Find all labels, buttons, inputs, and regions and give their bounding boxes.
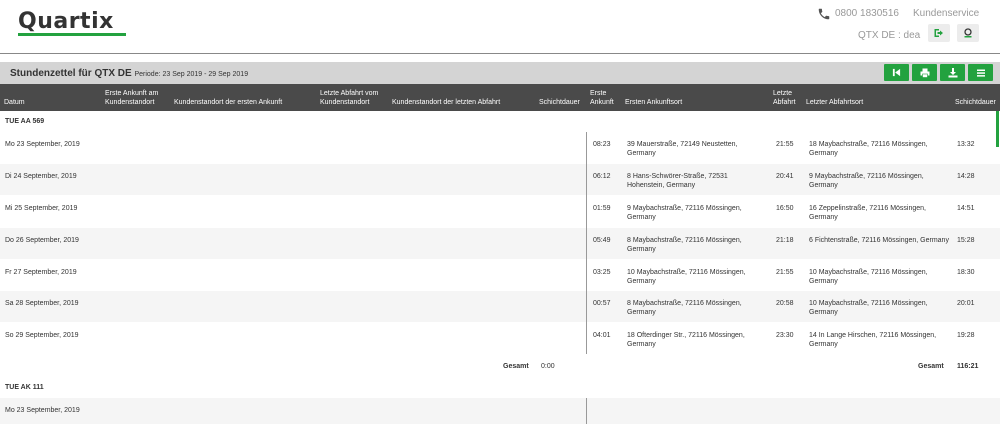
cell-first-arrival: 08:23 [593, 141, 611, 148]
total-value-left: 0:00 [541, 363, 555, 370]
cell-first-place: 10 Maybachstraße, 72116 Mössingen, Germa… [627, 269, 746, 285]
cell-date: Do 26 September, 2019 [5, 237, 79, 244]
cell-last-departure: 23:30 [776, 332, 794, 339]
total-label-right: Gesamt [918, 363, 944, 370]
col-kunde-letzte-abfahrt[interactable]: Kundenstandort der letzten Abfahrt [392, 98, 500, 107]
cell-date: Mo 23 September, 2019 [5, 407, 80, 414]
cell-duration: 14:28 [957, 173, 975, 180]
vehicle-group-label: TUE AK 111 [5, 384, 44, 391]
download-icon [948, 67, 957, 77]
report-title: Stundenzettel für QTX DE [10, 68, 132, 79]
cell-last-place: 6 Fichtenstraße, 72116 Mössingen, German… [809, 237, 949, 244]
table-header: Datum Erste Ankunft am Kundenstandort Ku… [0, 84, 1000, 111]
table-row[interactable]: Di 24 September, 2019 06:12 8 Hans-Schwö… [0, 164, 1000, 195]
support-icon [964, 28, 972, 38]
col-ersten-ankunftsort[interactable]: Ersten Ankunftsort [625, 98, 682, 107]
cell-last-place: 16 Zeppelinstraße, 72116 Mössingen, Germ… [809, 205, 926, 221]
top-header: Quartix 0800 1830516 Kundenservice QTX D… [0, 0, 1000, 54]
vehicle-group-label: TUE AA 569 [5, 118, 45, 125]
table-row[interactable]: So 29 September, 2019 04:01 18 Ofterding… [0, 323, 1000, 354]
logout-icon [934, 29, 943, 37]
cell-date: Mi 25 September, 2019 [5, 205, 78, 212]
cell-first-arrival: 03:25 [593, 269, 611, 276]
phone-icon [818, 8, 830, 20]
scrollbar-thumb[interactable] [996, 111, 999, 147]
cell-last-departure: 20:58 [776, 300, 794, 307]
support-button[interactable] [957, 24, 979, 42]
cell-duration: 14:51 [957, 205, 975, 212]
table-row[interactable]: Mo 23 September, 2019 08:23 39 Mauerstra… [0, 132, 1000, 163]
table-row[interactable]: Sa 28 September, 2019 00:57 8 Maybachstr… [0, 291, 1000, 322]
cell-first-place: 9 Maybachstraße, 72116 Mössingen, German… [627, 205, 742, 221]
cell-first-arrival: 01:59 [593, 205, 611, 212]
cell-first-arrival: 04:01 [593, 332, 611, 339]
cell-date: Fr 27 September, 2019 [5, 269, 77, 276]
print-button[interactable] [912, 64, 937, 81]
table-row[interactable]: Mo 23 September, 2019 [0, 398, 1000, 424]
cell-last-place: 10 Maybachstraße, 72116 Mössingen, Germa… [809, 300, 928, 316]
cell-last-departure: 20:41 [776, 173, 794, 180]
cell-last-place: 10 Maybachstraße, 72116 Mössingen, Germa… [809, 269, 928, 285]
cell-date: So 29 September, 2019 [5, 332, 79, 339]
download-button[interactable] [940, 64, 965, 81]
col-erste-ankunft[interactable]: Erste Ankunft [590, 89, 620, 107]
menu-icon [976, 69, 985, 77]
cell-last-departure: 21:55 [776, 141, 794, 148]
table-row[interactable]: Do 26 September, 2019 05:49 8 Maybachstr… [0, 228, 1000, 259]
cell-first-place: 39 Mauerstraße, 72149 Neustetten, German… [627, 141, 738, 157]
cell-first-place: 8 Maybachstraße, 72116 Mössingen, German… [627, 300, 742, 316]
cell-duration: 20:01 [957, 300, 975, 307]
cell-last-departure: 21:55 [776, 269, 794, 276]
cell-duration: 13:32 [957, 141, 975, 148]
cell-first-place: 8 Maybachstraße, 72116 Mössingen, German… [627, 237, 742, 253]
column-divider [586, 132, 587, 354]
cell-last-place: 18 Maybachstraße, 72116 Mössingen, Germa… [809, 141, 928, 157]
cell-first-arrival: 05:49 [593, 237, 611, 244]
page-title: Stundenzettel für QTX DE Periode: 23 Sep… [10, 68, 248, 79]
col-kunde-erste-ankunft[interactable]: Kundenstandort der ersten Ankunft [174, 98, 282, 107]
col-letzte-abfahrt[interactable]: Letzte Abfahrt [773, 89, 801, 107]
cell-first-arrival: 00:57 [593, 300, 611, 307]
report-period: Periode: 23 Sep 2019 - 29 Sep 2019 [134, 71, 249, 78]
col-schichtdauer-1[interactable]: Schichtdauer [539, 98, 580, 107]
col-erste-ankunft-kunde[interactable]: Erste Ankunft am Kundenstandort [105, 89, 175, 107]
logout-button[interactable] [928, 24, 950, 42]
col-letzte-abfahrt-kunde[interactable]: Letzte Abfahrt vom Kundenstandort [320, 89, 392, 107]
first-page-icon [892, 68, 901, 77]
cell-last-departure: 16:50 [776, 205, 794, 212]
first-page-button[interactable] [884, 64, 909, 81]
total-label-left: Gesamt [503, 363, 529, 370]
cell-first-place: 18 Ofterdinger Str., 72116 Mössingen, Ge… [627, 332, 745, 348]
cell-last-place: 14 In Lange Hirschen, 72116 Mössingen, G… [809, 332, 937, 348]
total-value-right: 116:21 [957, 363, 979, 370]
table-row[interactable]: Mi 25 September, 2019 01:59 9 Maybachstr… [0, 196, 1000, 227]
col-datum[interactable]: Datum [4, 98, 25, 107]
print-icon [920, 68, 929, 78]
cell-duration: 15:28 [957, 237, 975, 244]
cell-duration: 19:28 [957, 332, 975, 339]
cell-first-place: 8 Hans-Schwörer-Straße, 72531 Hohenstein… [627, 173, 728, 189]
user-account: QTX DE : dea [858, 30, 921, 41]
column-divider [586, 398, 587, 424]
customer-service-link[interactable]: Kundenservice [913, 8, 979, 19]
menu-button[interactable] [968, 64, 993, 81]
quartix-logo[interactable]: Quartix [18, 9, 114, 34]
col-letzter-abfahrtsort[interactable]: Letzter Abfahrtsort [806, 98, 863, 107]
cell-date: Sa 28 September, 2019 [5, 300, 79, 307]
logo-underline [18, 33, 126, 36]
phone-number[interactable]: 0800 1830516 [835, 8, 899, 19]
report-titlebar: Stundenzettel für QTX DE Periode: 23 Sep… [0, 62, 1000, 84]
cell-duration: 18:30 [957, 269, 975, 276]
cell-last-departure: 21:18 [776, 237, 794, 244]
table-row[interactable]: Fr 27 September, 2019 03:25 10 Maybachst… [0, 260, 1000, 291]
cell-last-place: 9 Maybachstraße, 72116 Mössingen, German… [809, 173, 924, 189]
cell-date: Mo 23 September, 2019 [5, 141, 80, 148]
col-schichtdauer-2[interactable]: Schichtdauer [955, 98, 996, 107]
cell-date: Di 24 September, 2019 [5, 173, 77, 180]
cell-first-arrival: 06:12 [593, 173, 611, 180]
